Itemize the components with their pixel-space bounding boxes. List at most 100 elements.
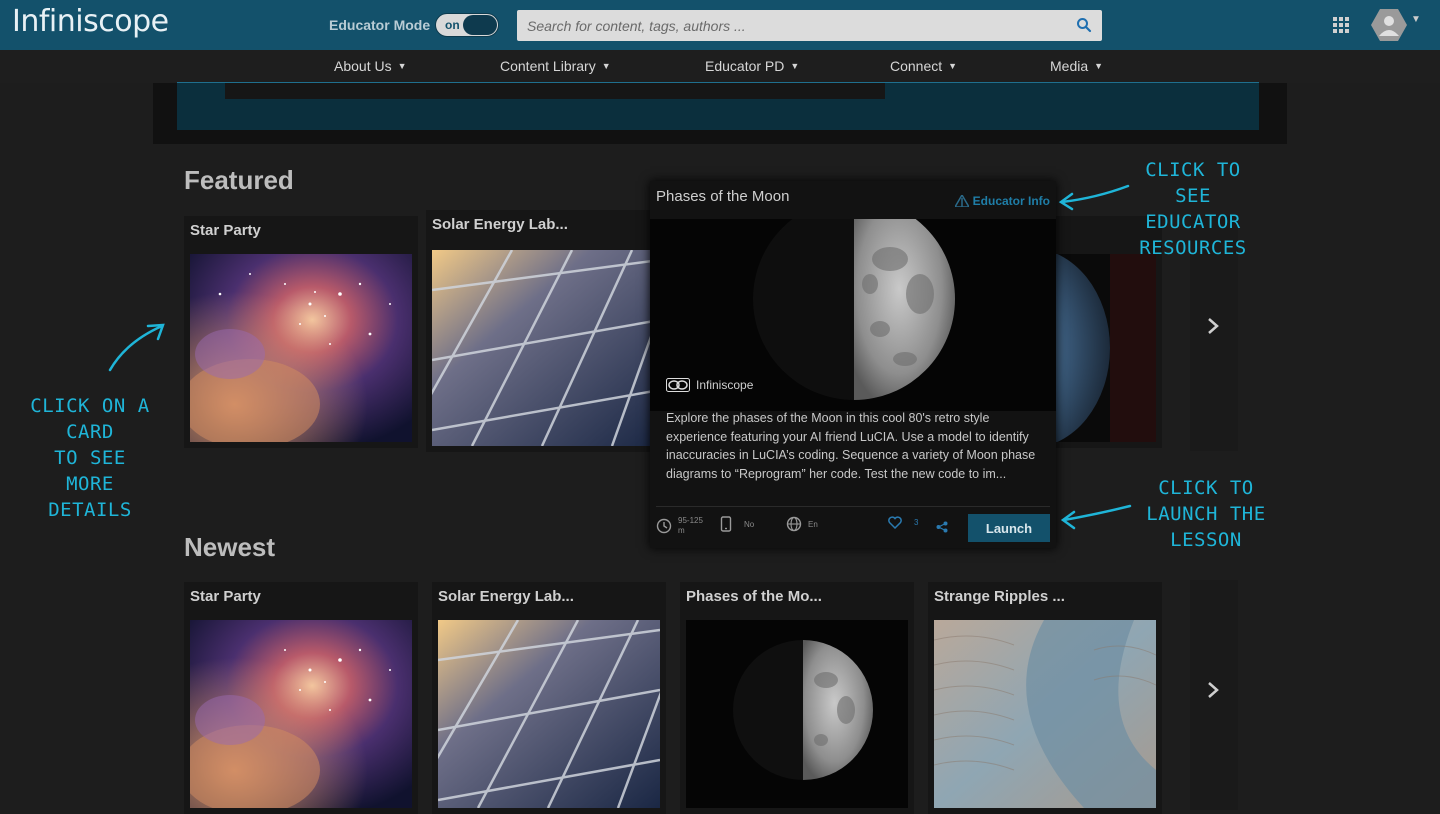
mobile-meta: No — [720, 516, 754, 532]
moon-image — [686, 620, 908, 808]
solar-panel-image — [438, 620, 660, 808]
educator-info-icon — [954, 195, 969, 207]
duration-meta: 95-125 m — [656, 516, 703, 536]
card-title: Strange Ripples ... — [934, 588, 1065, 605]
nav-label: Connect — [890, 58, 943, 74]
chevron-right-icon[interactable] — [1206, 680, 1220, 700]
annotation-line: DETAILS — [48, 499, 132, 521]
annotation-launch-lesson: CLICK TO LAUNCH THE LESSON — [1140, 475, 1272, 553]
earth-image — [1050, 254, 1156, 442]
clock-icon — [656, 518, 672, 534]
nav-educator-pd[interactable]: Educator PD ▼ — [705, 58, 799, 74]
toggle-label: on — [445, 18, 460, 32]
dune-image — [934, 620, 1156, 808]
provider-row: Infiniscope — [666, 378, 753, 392]
chevron-right-icon[interactable] — [1206, 316, 1220, 336]
card-title: Solar Energy Lab... — [432, 216, 568, 233]
featured-card-solar-energy-lab[interactable]: Solar Energy Lab... — [426, 210, 660, 452]
nav-connect[interactable]: Connect ▼ — [890, 58, 957, 74]
annotation-line: LAUNCH THE — [1146, 503, 1266, 525]
featured-card-star-party[interactable]: Star Party — [184, 216, 418, 448]
annotation-click-card: CLICK ON A CARD TO SEE MORE DETAILS — [30, 393, 150, 523]
globe-icon — [786, 516, 802, 532]
infiniscope-logo-icon — [666, 378, 690, 392]
annotation-line: CARD — [66, 421, 114, 443]
language-value: En — [808, 519, 818, 529]
nav-media[interactable]: Media ▼ — [1050, 58, 1103, 74]
annotation-line: RESOURCES — [1139, 237, 1247, 259]
newest-card-solar-energy-lab[interactable]: Solar Energy Lab... — [432, 582, 666, 814]
newest-next-panel[interactable] — [1190, 580, 1238, 810]
site-logo[interactable]: Infiniscope — [12, 4, 169, 39]
search-icon[interactable] — [1076, 17, 1092, 33]
search-input[interactable] — [517, 10, 1067, 41]
heart-icon[interactable] — [888, 516, 902, 529]
caret-down-icon: ▼ — [397, 61, 407, 71]
educator-mode-label: Educator Mode — [329, 17, 431, 33]
top-header: Infiniscope Educator Mode on ▼ — [0, 0, 1440, 50]
card-thumbnail — [190, 254, 412, 442]
search-bar — [517, 10, 1102, 41]
popup-divider — [656, 506, 1050, 507]
likes-meta[interactable]: 3 — [888, 516, 918, 529]
nav-label: About Us — [334, 58, 392, 74]
featured-title: Featured — [184, 165, 294, 195]
card-thumbnail — [934, 620, 1156, 808]
card-thumbnail — [190, 620, 412, 808]
annotation-line: CLICK TO — [1145, 159, 1241, 181]
card-title: Star Party — [190, 588, 261, 605]
apps-grid-icon[interactable] — [1333, 17, 1349, 33]
nebula-image — [190, 254, 412, 442]
card-thumbnail — [432, 250, 660, 446]
card-title: Phases of the Mo... — [686, 588, 822, 605]
newest-card-strange-ripples[interactable]: Strange Ripples ... — [928, 582, 1162, 814]
newest-card-star-party[interactable]: Star Party — [184, 582, 418, 814]
annotation-arrow-icon — [108, 323, 165, 372]
main-nav: About Us ▼ Content Library ▼ Educator PD ▼ … — [0, 50, 1440, 83]
nav-label: Content Library — [500, 58, 596, 74]
newest-card-phases-of-the-moon[interactable]: Phases of the Mo... — [680, 582, 914, 814]
nebula-image — [190, 620, 412, 808]
hero-banner — [153, 83, 1287, 144]
caret-down-icon: ▼ — [1094, 61, 1104, 71]
mobile-value: No — [744, 519, 755, 529]
share-icon[interactable] — [936, 521, 948, 533]
annotation-arrow-icon — [1060, 504, 1132, 530]
card-thumbnail — [438, 620, 660, 808]
nav-content-library[interactable]: Content Library ▼ — [500, 58, 611, 74]
user-avatar-icon[interactable] — [1371, 8, 1407, 42]
educator-mode-toggle[interactable]: on — [435, 13, 499, 37]
duration-unit: m — [678, 526, 685, 535]
card-detail-popup: Phases of the Moon Educator Info Infinis… — [650, 181, 1056, 548]
nav-label: Educator PD — [705, 58, 785, 74]
nav-underline — [177, 82, 1259, 83]
nav-label: Media — [1050, 58, 1089, 74]
popup-title: Phases of the Moon — [656, 188, 790, 205]
annotation-line: LESSON — [1170, 529, 1242, 551]
annotation-line: CLICK TO — [1158, 477, 1254, 499]
toggle-knob — [463, 15, 497, 35]
caret-down-icon: ▼ — [601, 61, 611, 71]
provider-name: Infiniscope — [696, 378, 754, 392]
card-thumbnail — [1050, 254, 1156, 442]
card-title: Star Party — [190, 222, 261, 239]
launch-button[interactable]: Launch — [968, 514, 1050, 542]
annotation-line: MORE — [66, 473, 114, 495]
caret-down-icon: ▼ — [790, 61, 800, 71]
educator-info-link[interactable]: Educator Info — [954, 194, 1050, 208]
duration-value: 95-125 — [678, 516, 703, 525]
annotation-educator-resources: CLICK TO SEE EDUCATOR RESOURCES — [1126, 157, 1260, 261]
mobile-phone-icon — [720, 516, 732, 532]
annotation-arrow-icon — [1058, 184, 1130, 211]
caret-down-icon: ▼ — [948, 61, 958, 71]
nav-about-us[interactable]: About Us ▼ — [334, 58, 407, 74]
annotation-line: CLICK ON A — [30, 395, 150, 417]
annotation-line: SEE — [1175, 185, 1211, 207]
banner-inner — [177, 83, 1259, 130]
banner-image-strip — [225, 83, 885, 99]
popup-description: Explore the phases of the Moon in this c… — [666, 411, 1036, 481]
newest-title: Newest — [184, 532, 276, 562]
avatar-caret-icon[interactable]: ▼ — [1411, 14, 1421, 25]
solar-panel-image — [432, 250, 660, 446]
annotation-line: TO SEE — [54, 447, 126, 469]
